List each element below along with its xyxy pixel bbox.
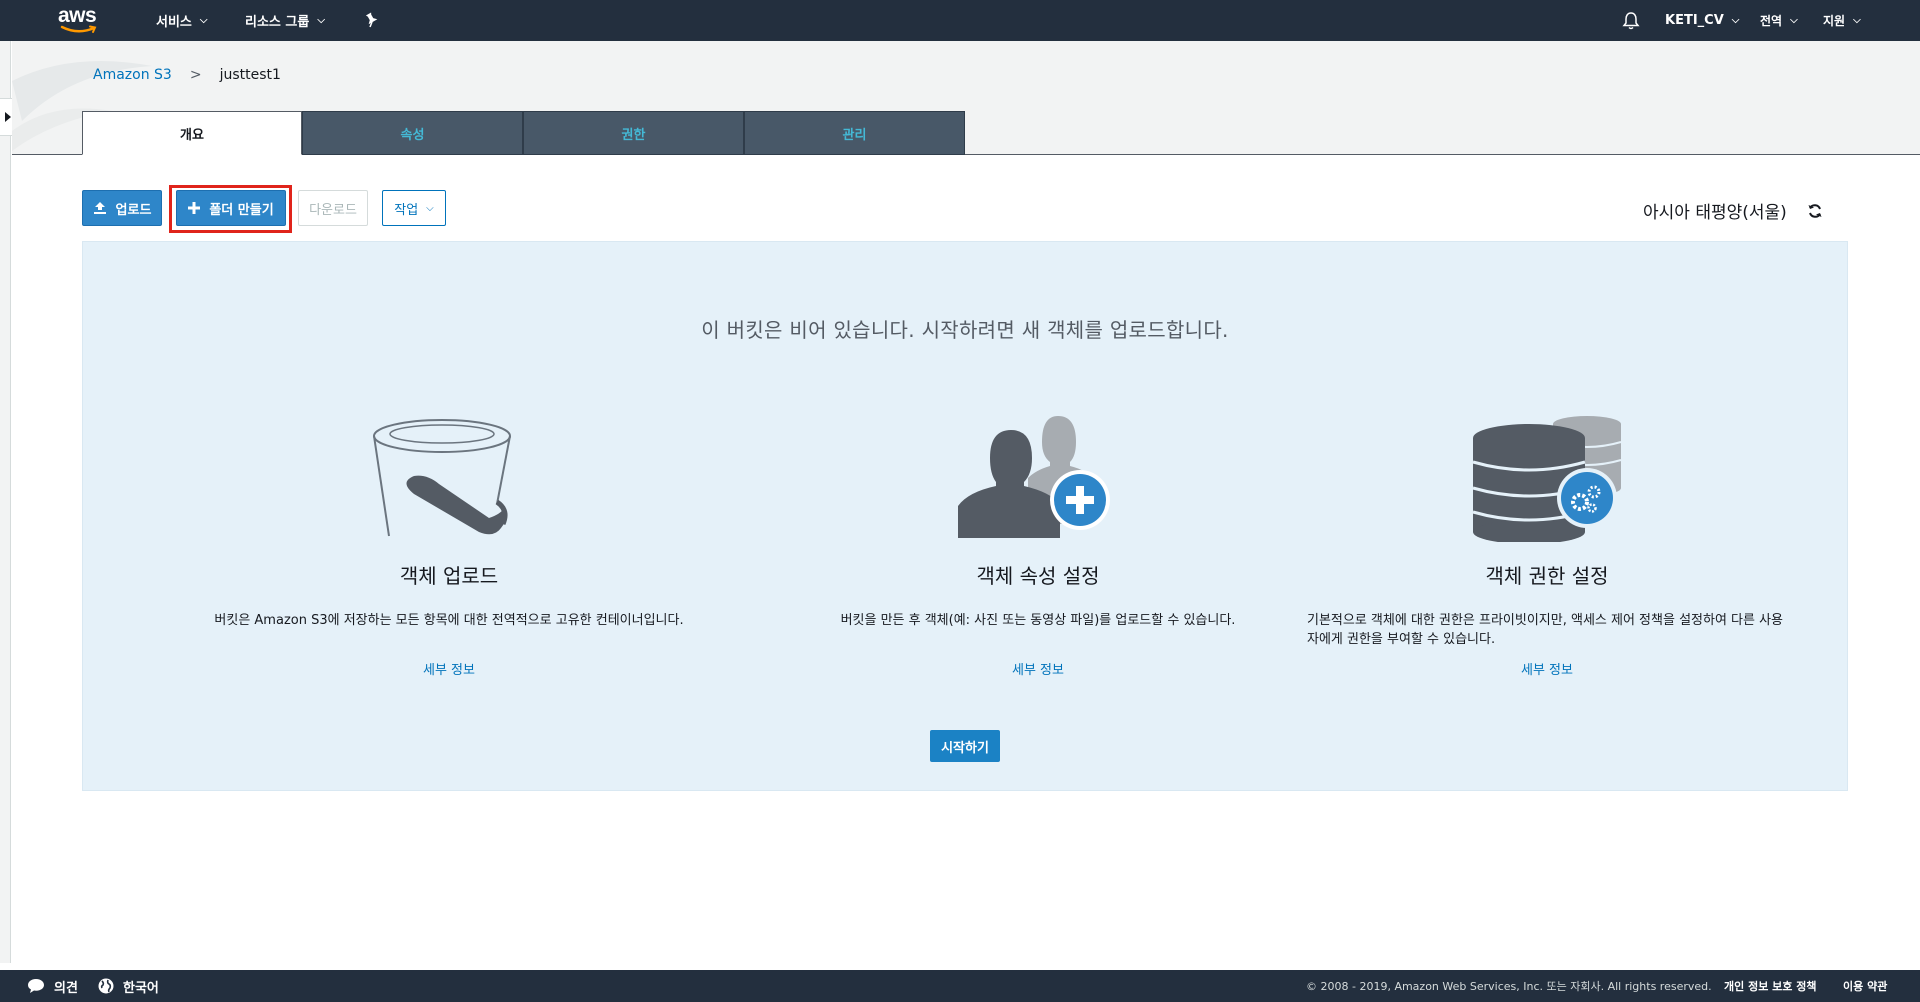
chevron-down-icon: ⌵ <box>1731 15 1740 26</box>
actions-dropdown[interactable]: 작업 ⌵ <box>382 190 446 226</box>
feedback-label: 의견 <box>54 980 78 996</box>
resource-groups-menu[interactable]: 리소스 그룹 ⌵ <box>245 0 325 41</box>
empty-bucket-panel: 이 버킷은 비어 있습니다. 시작하려면 새 객체를 업로드합니다. 객체 업로… <box>82 241 1848 791</box>
feature-permissions-details-link[interactable]: 세부 정보 <box>1521 659 1573 678</box>
support-label: 지원 <box>1823 14 1846 28</box>
breadcrumb: Amazon S3 > justtest1 <box>93 67 281 83</box>
footer: 의견 한국어 © 2008 - 2019, Amazon Web Service… <box>0 970 1920 1002</box>
upload-label: 업로드 <box>115 202 152 218</box>
top-navigation: aws 서비스 ⌵ 리소스 그룹 ⌵ KETI_CV ⌵ 전역 ⌵ 지원 ⌵ <box>0 0 1920 41</box>
feature-set-permissions: 객체 권한 설정 기본적으로 객체에 대한 권한은 프라이빗이지만, 액세스 제… <box>1307 412 1787 678</box>
create-folder-label: 폴더 만들기 <box>209 202 274 218</box>
actions-label: 작업 <box>394 202 419 218</box>
pushpin-icon[interactable] <box>364 12 380 32</box>
tab-permissions[interactable]: 권한 <box>523 111 744 155</box>
support-menu[interactable]: 지원 ⌵ <box>1823 0 1861 41</box>
chevron-down-icon: ⌵ <box>426 202 434 214</box>
tab-management-label: 관리 <box>842 127 867 143</box>
feature-properties-description: 버킷을 만든 후 객체(예: 사진 또는 동영상 파일)를 업로드할 수 있습니… <box>840 613 1236 628</box>
chevron-down-icon: ⌵ <box>317 15 325 26</box>
region-menu-label: 전역 <box>1760 14 1783 28</box>
feature-upload-objects: 객체 업로드 버킷은 Amazon S3에 저장하는 모든 항목에 대한 전역적… <box>209 412 689 678</box>
upload-button[interactable]: 업로드 <box>82 190 162 226</box>
terms-of-use-link[interactable]: 이용 약관 <box>1843 970 1887 1002</box>
empty-bucket-message: 이 버킷은 비어 있습니다. 시작하려면 새 객체를 업로드합니다. <box>701 318 1229 342</box>
breadcrumb-separator: > <box>189 67 202 83</box>
feature-upload-description: 버킷은 Amazon S3에 저장하는 모든 항목에 대한 전역적으로 고유한 … <box>214 613 684 628</box>
privacy-policy-link[interactable]: 개인 정보 보호 정책 <box>1724 970 1816 1002</box>
caret-right-icon <box>4 112 11 122</box>
language-selector[interactable]: 한국어 <box>98 970 159 1002</box>
get-started-button[interactable]: 시작하기 <box>930 730 1000 762</box>
account-menu[interactable]: KETI_CV ⌵ <box>1665 0 1739 41</box>
tab-overview-label: 개요 <box>180 127 204 143</box>
tab-management[interactable]: 관리 <box>744 111 965 155</box>
tab-properties-label: 속성 <box>400 127 425 143</box>
plus-icon <box>188 202 201 214</box>
feature-properties-title: 객체 속성 설정 <box>976 564 1100 588</box>
feature-properties-details-link[interactable]: 세부 정보 <box>1012 659 1064 678</box>
feedback-link[interactable]: 의견 <box>27 970 78 1002</box>
globe-icon <box>98 978 114 994</box>
breadcrumb-bucket-name: justtest1 <box>219 67 281 83</box>
chevron-down-icon: ⌵ <box>1853 15 1861 26</box>
aws-smile-icon <box>60 25 97 33</box>
bell-icon[interactable] <box>1622 11 1640 34</box>
services-label: 서비스 <box>156 15 192 30</box>
bucket-region: 아시아 태평양(서울) <box>1643 203 1787 223</box>
chevron-down-icon: ⌵ <box>1790 15 1798 26</box>
tab-permissions-label: 권한 <box>621 127 646 143</box>
language-label: 한국어 <box>123 980 159 996</box>
speech-bubble-icon <box>28 979 44 993</box>
feature-set-properties: 객체 속성 설정 버킷을 만든 후 객체(예: 사진 또는 동영상 파일)를 업… <box>798 412 1278 678</box>
database-settings-icon <box>1472 416 1622 542</box>
copyright-text: © 2008 - 2019, Amazon Web Services, Inc.… <box>1306 980 1712 993</box>
bucket-icon <box>373 419 511 537</box>
chevron-down-icon: ⌵ <box>199 15 208 26</box>
tab-overview[interactable]: 개요 <box>82 111 302 155</box>
refresh-icon[interactable] <box>1807 203 1823 223</box>
users-add-icon <box>958 416 1110 538</box>
upload-icon <box>93 201 107 215</box>
feature-permissions-title: 객체 권한 설정 <box>1485 564 1609 588</box>
create-folder-button[interactable]: 폴더 만들기 <box>176 190 286 226</box>
feature-permissions-description: 기본적으로 객체에 대한 권한은 프라이빗이지만, 액세스 제어 정책을 설정하… <box>1307 613 1784 647</box>
download-button[interactable]: 다운로드 <box>298 190 368 226</box>
services-menu[interactable]: 서비스 ⌵ <box>156 0 207 41</box>
feature-upload-details-link[interactable]: 세부 정보 <box>423 659 475 678</box>
tab-properties[interactable]: 속성 <box>302 111 523 155</box>
breadcrumb-amazon-s3[interactable]: Amazon S3 <box>93 67 172 83</box>
download-label: 다운로드 <box>309 202 357 218</box>
account-label: KETI_CV <box>1665 13 1724 28</box>
resource-groups-label: 리소스 그룹 <box>245 15 310 30</box>
region-menu[interactable]: 전역 ⌵ <box>1760 0 1798 41</box>
side-navigation-rail <box>0 41 11 963</box>
feature-upload-title: 객체 업로드 <box>399 564 499 588</box>
aws-logo[interactable]: aws <box>58 4 102 36</box>
